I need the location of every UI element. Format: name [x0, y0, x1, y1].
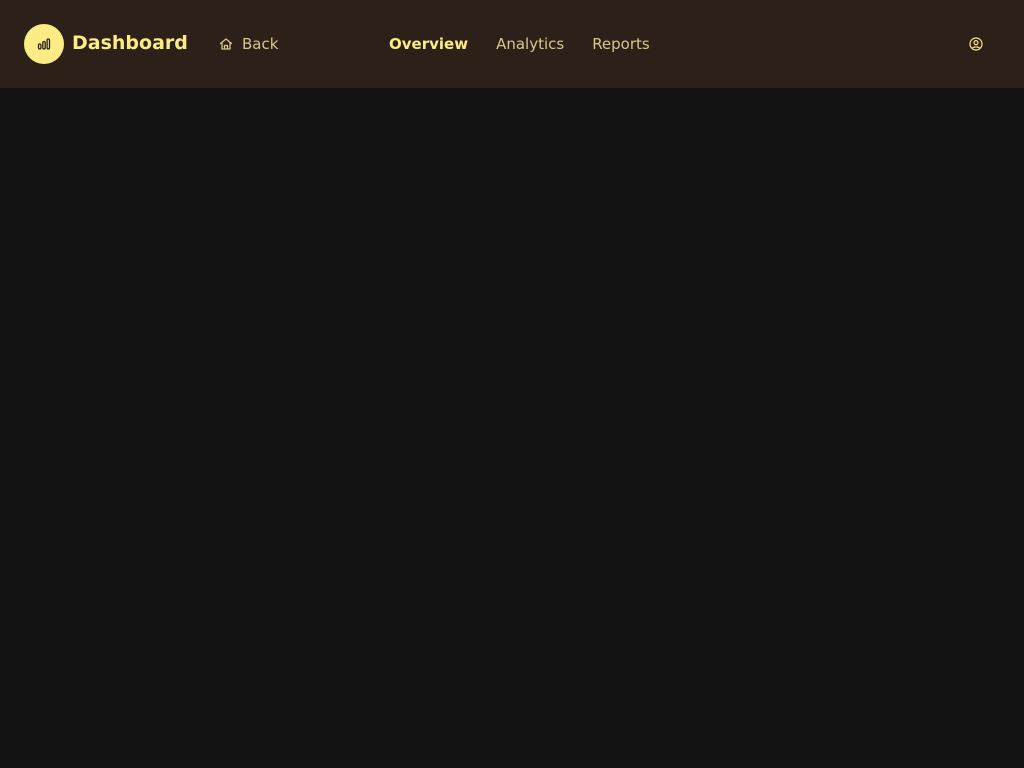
- main-content: [0, 88, 1024, 768]
- nav-item-reports[interactable]: Reports: [592, 33, 650, 55]
- nav-item-analytics[interactable]: Analytics: [496, 33, 564, 55]
- user-menu-button[interactable]: [968, 36, 984, 52]
- nav-item-overview[interactable]: Overview: [389, 33, 468, 55]
- user-circle-icon: [969, 37, 983, 51]
- top-header: Dashboard Back Overview Analytics Report…: [0, 0, 1024, 88]
- bar-chart-icon: [37, 38, 51, 50]
- back-label: Back: [242, 35, 279, 53]
- back-button[interactable]: Back: [218, 33, 278, 55]
- home-icon: [218, 36, 234, 52]
- app-logo[interactable]: [24, 24, 64, 64]
- app-title: Dashboard: [72, 32, 188, 54]
- main-nav: Overview Analytics Reports: [389, 33, 678, 55]
